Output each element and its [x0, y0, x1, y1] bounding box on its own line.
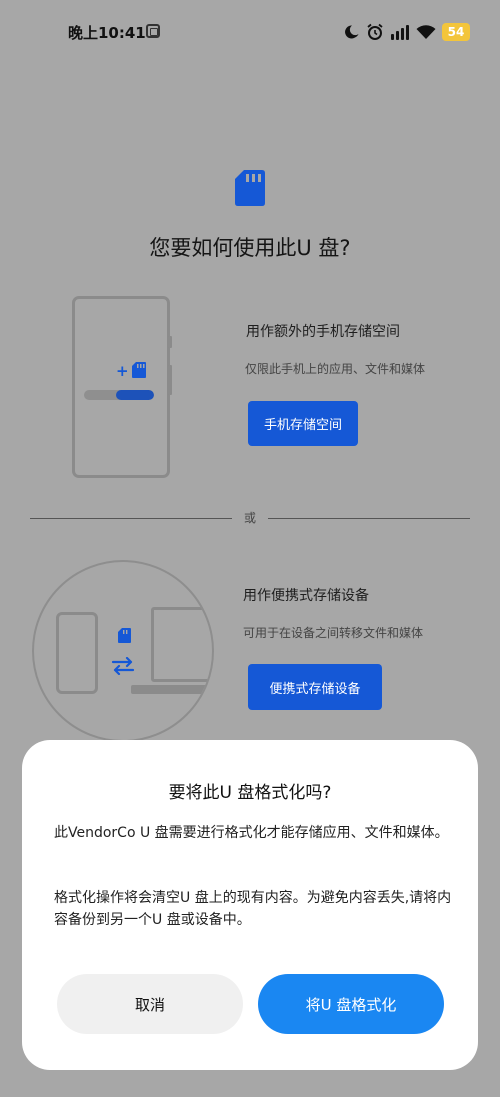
app-notification-icon [146, 24, 160, 38]
phone-side-key [168, 365, 172, 395]
tablet-illustration [56, 612, 98, 694]
laptop-base [131, 685, 212, 694]
phone-illustration [72, 296, 170, 478]
divider-label: 或 [243, 511, 256, 525]
alarm-icon [367, 23, 383, 40]
format-button[interactable]: 将U 盘格式化 [258, 974, 444, 1034]
sd-card-small-icon [118, 628, 131, 643]
format-dialog: 要将此U 盘格式化吗? 此VendorCo U 盘需要进行格式化才能存储应用、文… [22, 740, 478, 1070]
phone-side-key [168, 336, 172, 348]
divider-left [30, 518, 232, 519]
storage-progress-fill [115, 390, 154, 400]
laptop-illustration [151, 607, 212, 682]
transfer-arrows-icon [111, 657, 135, 675]
moon-icon [345, 25, 359, 39]
dialog-message-1: 此VendorCo U 盘需要进行格式化才能存储应用、文件和媒体。 [54, 825, 449, 841]
option-portable-heading: 用作便携式存储设备 [243, 588, 369, 604]
status-time: 晚上10:41 [68, 24, 146, 42]
phone-storage-button[interactable]: 手机存储空间 [248, 401, 358, 446]
plus-icon: + [116, 362, 129, 380]
portable-storage-button[interactable]: 便携式存储设备 [248, 664, 382, 710]
dialog-message-2: 格式化操作将会清空U 盘上的现有内容。为避免内容丢失,请将内容备份到另一个U 盘… [54, 890, 452, 928]
option-portable-caption: 可用于在设备之间转移文件和媒体 [243, 626, 424, 640]
status-icons: 54 [344, 20, 470, 44]
divider-right [268, 518, 470, 519]
signal-icon [391, 25, 409, 40]
cancel-button[interactable]: 取消 [57, 974, 243, 1034]
portable-illustration [32, 560, 214, 742]
battery-icon: 54 [442, 23, 470, 41]
wifi-icon [416, 25, 436, 39]
option-internal-caption: 仅限此手机上的应用、文件和媒体 [245, 362, 426, 376]
option-internal-heading: 用作额外的手机存储空间 [246, 324, 400, 340]
sd-card-icon [235, 170, 265, 206]
page-title: 您要如何使用此U 盘? [149, 236, 351, 260]
storage-progress-bar [84, 390, 154, 400]
dialog-title: 要将此U 盘格式化吗? [168, 783, 332, 803]
sd-card-small-icon [132, 362, 146, 378]
